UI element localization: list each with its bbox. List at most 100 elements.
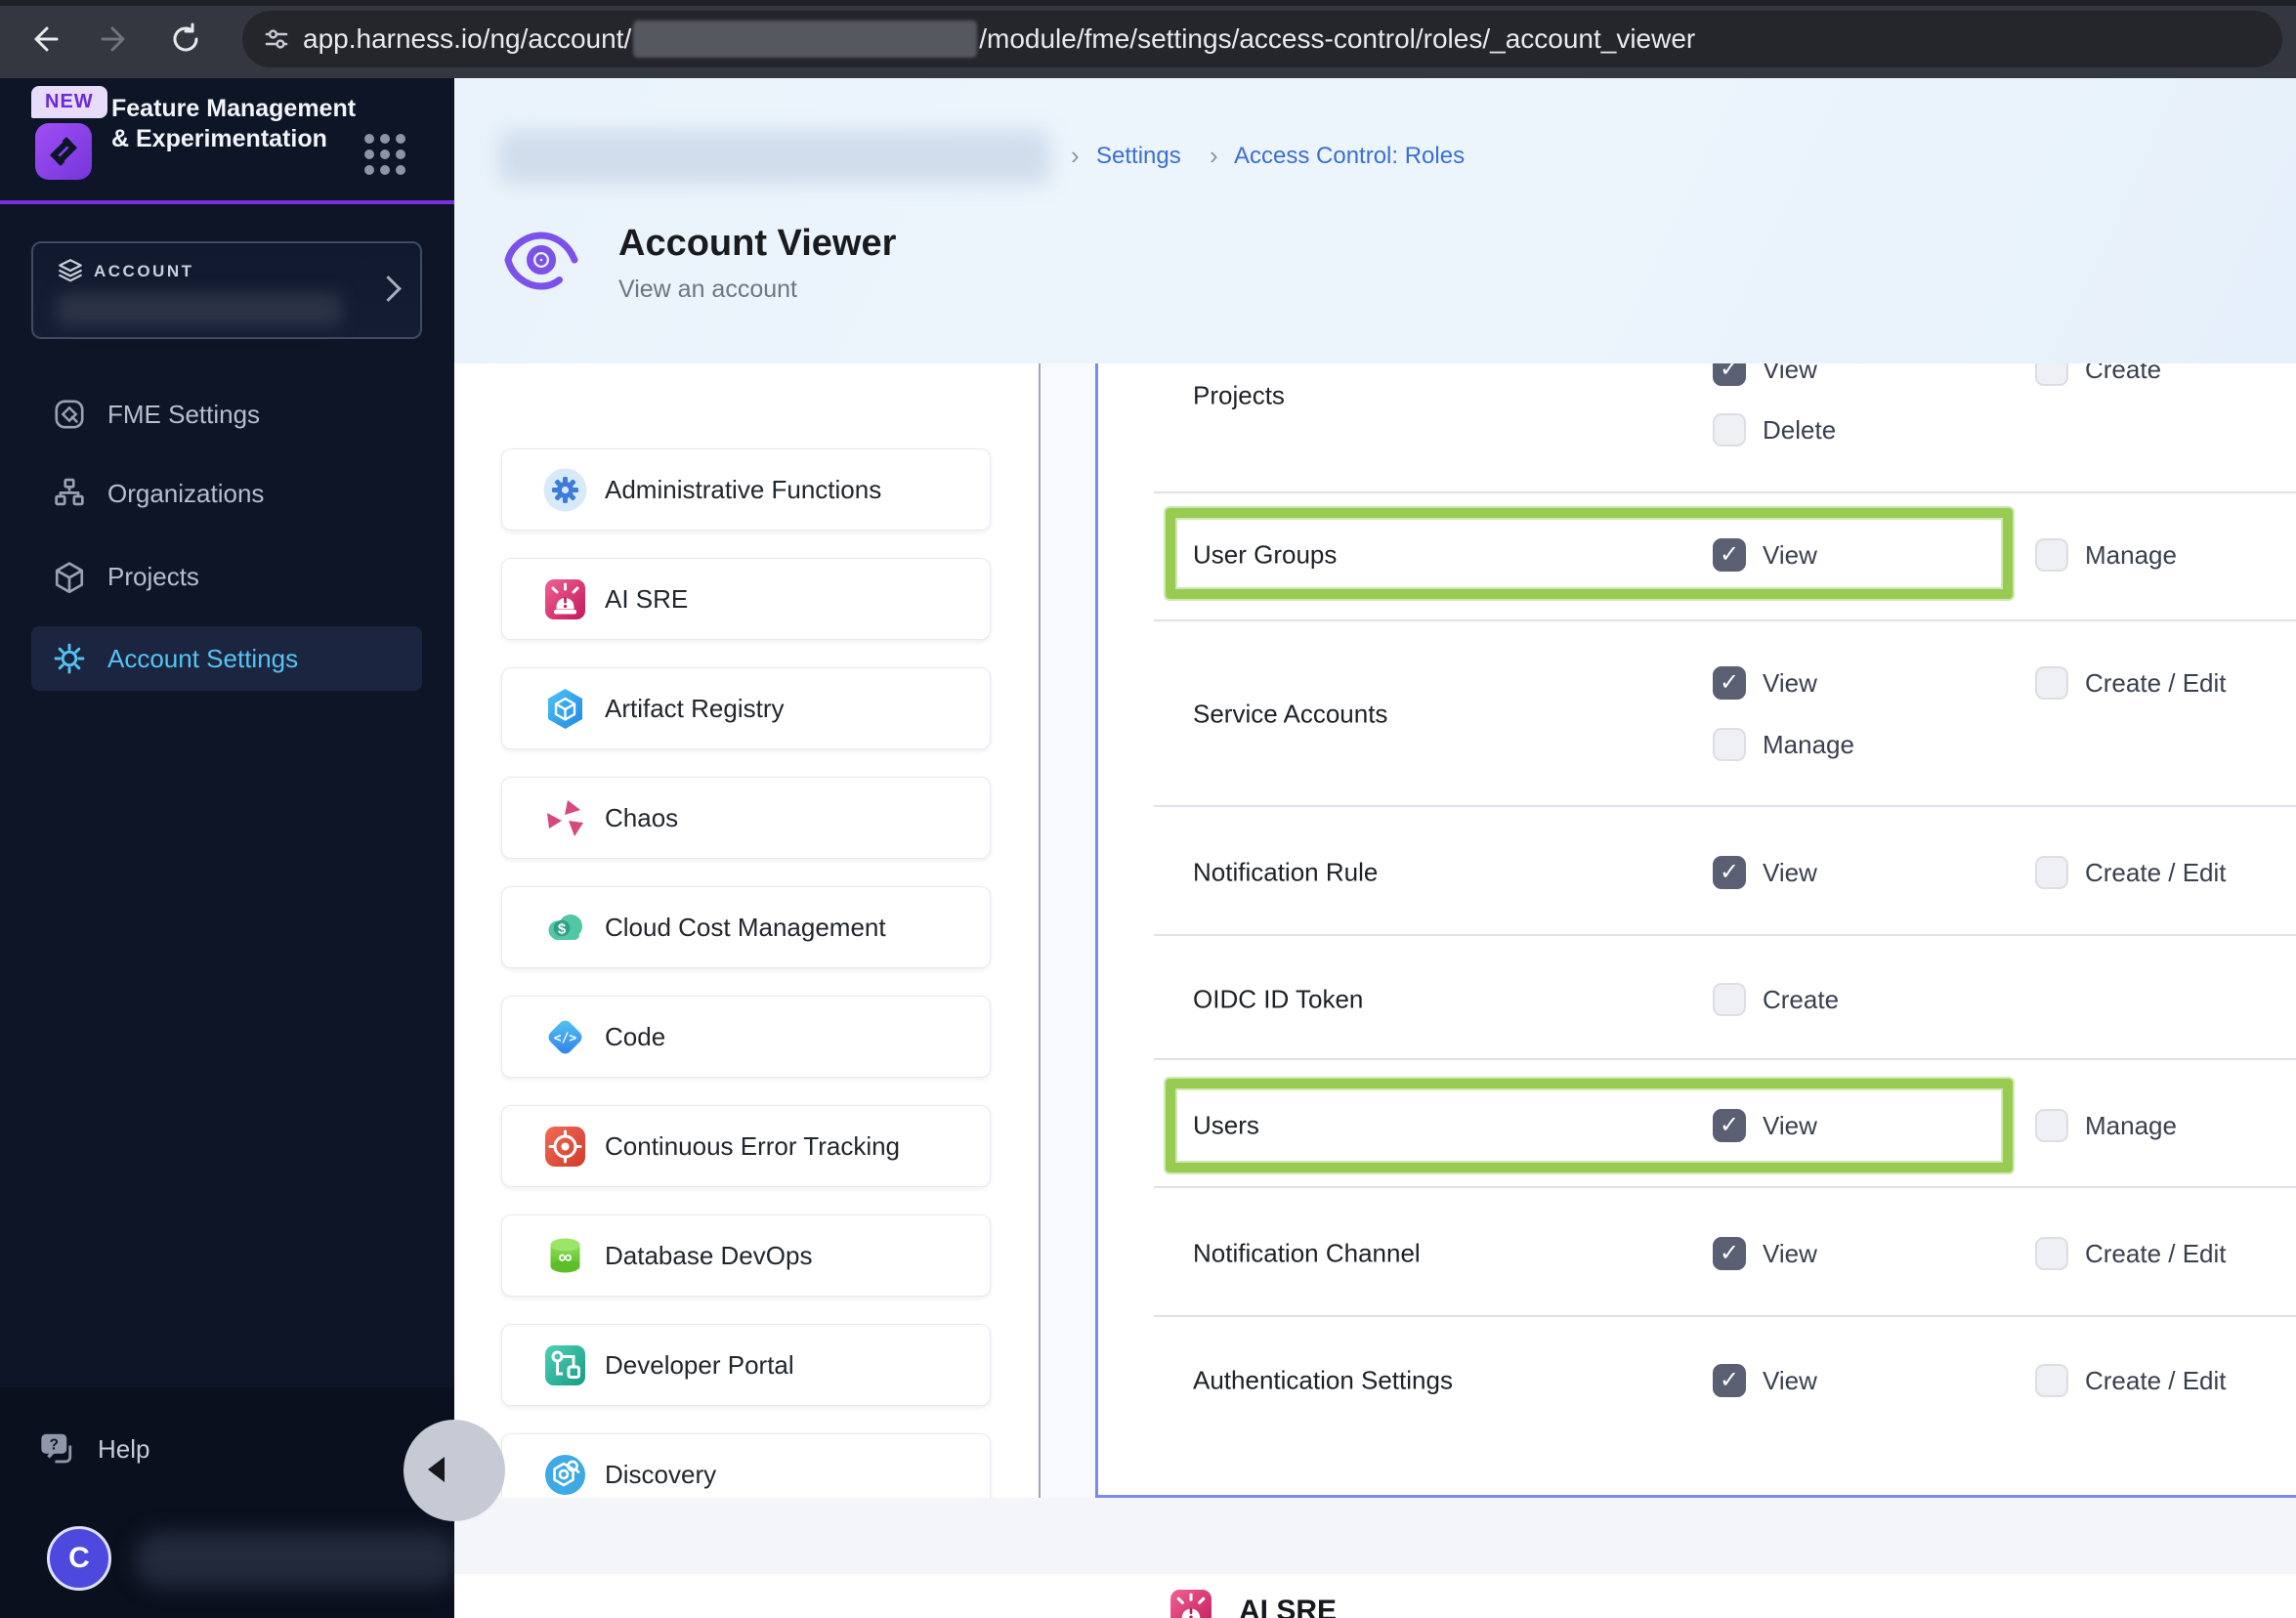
- delete-checkbox[interactable]: [1713, 413, 1746, 447]
- view-checkbox[interactable]: [1713, 1109, 1746, 1142]
- users-highlight-annotation: [1166, 1079, 2013, 1172]
- create-checkbox[interactable]: [2035, 363, 2068, 386]
- permission-label: Manage: [1763, 729, 1854, 759]
- module-label: Continuous Error Tracking: [605, 1130, 901, 1161]
- permission-resource: Notification Channel: [1193, 1238, 1421, 1268]
- url-prefix: app.harness.io/ng/account/: [303, 23, 632, 54]
- new-badge: NEW: [31, 86, 107, 118]
- window-top-edge: [0, 0, 2296, 6]
- create-edit-checkbox[interactable]: [2035, 666, 2068, 700]
- permission-cell: Delete: [1713, 413, 1836, 447]
- view-checkbox[interactable]: [1713, 538, 1746, 572]
- module-label: Chaos: [605, 802, 679, 832]
- permission-resource: OIDC ID Token: [1193, 984, 1364, 1014]
- breadcrumb-separator: ›: [1210, 141, 1218, 170]
- permission-cell: Create: [1713, 983, 1839, 1016]
- browser-back-button[interactable]: [27, 21, 63, 57]
- permission-label: View: [1763, 363, 1817, 384]
- url-text[interactable]: app.harness.io/ng/account/ /module/fme/se…: [303, 21, 1695, 58]
- permission-resource: Authentication Settings: [1193, 1365, 1453, 1395]
- fme-product-logo[interactable]: [35, 123, 92, 180]
- permission-cell: Create / Edit: [2035, 856, 2227, 889]
- view-checkbox[interactable]: [1713, 1364, 1746, 1397]
- sidebar-item-organizations[interactable]: Organizations: [31, 461, 422, 526]
- breadcrumb-roles-link[interactable]: Access Control: Roles: [1234, 143, 1465, 170]
- permission-resource: User Groups: [1193, 539, 1338, 570]
- permission-cell: View: [1713, 538, 1817, 572]
- permission-cell: Create / Edit: [2035, 1237, 2227, 1270]
- account-selector[interactable]: ACCOUNT: [31, 241, 422, 339]
- module-item-administrative-functions[interactable]: Administrative Functions: [501, 448, 991, 531]
- sidebar-collapse-handle[interactable]: [404, 1420, 505, 1521]
- sidebar-item-label: Projects: [107, 561, 199, 591]
- permission-label: View: [1763, 1365, 1817, 1395]
- avatar-initial: C: [68, 1542, 90, 1574]
- permission-cell: Manage: [2035, 1109, 2177, 1142]
- sidebar-item-label: FME Settings: [107, 399, 261, 429]
- permission-cell: Create / Edit: [2035, 1364, 2227, 1397]
- sidebar-item-label: Organizations: [107, 478, 265, 508]
- create-edit-checkbox[interactable]: [2035, 1237, 2068, 1270]
- breadcrumb-settings-link[interactable]: Settings: [1096, 143, 1181, 170]
- manage-checkbox[interactable]: [2035, 1109, 2068, 1142]
- chaos-icon: [547, 799, 583, 836]
- help-chat-icon: ?: [41, 1433, 72, 1464]
- section-gap: [454, 1498, 2296, 1574]
- row-divider: [1154, 1315, 2296, 1317]
- module-item-ai-sre[interactable]: AI SRE: [501, 558, 991, 640]
- permission-label: Delete: [1763, 414, 1837, 445]
- permission-label: Create: [2085, 363, 2162, 384]
- permission-resource: Notification Rule: [1193, 857, 1379, 887]
- fme-settings-icon: [55, 400, 84, 429]
- module-item-developer-portal[interactable]: Developer Portal: [501, 1324, 991, 1406]
- discovery-icon: [545, 1454, 585, 1495]
- site-settings-icon[interactable]: [264, 26, 289, 52]
- module-item-continuous-error-tracking[interactable]: Continuous Error Tracking: [501, 1105, 991, 1187]
- split-logo-icon: [50, 137, 77, 166]
- permission-label: Create / Edit: [2085, 857, 2227, 887]
- permission-label: Create / Edit: [2085, 667, 2227, 698]
- sidebar-item-fme-settings[interactable]: FME Settings: [31, 382, 422, 447]
- layers-icon: [59, 259, 82, 282]
- create-edit-checkbox[interactable]: [2035, 856, 2068, 889]
- module-label: Cloud Cost Management: [605, 912, 886, 942]
- organizations-icon: [55, 478, 84, 506]
- artifact-registry-icon: [548, 688, 582, 729]
- app-grid-icon[interactable]: [360, 129, 410, 180]
- username-redacted: [135, 1532, 457, 1587]
- page-subtitle: View an account: [618, 276, 797, 303]
- permission-cell: View: [1713, 1364, 1817, 1397]
- permission-label: View: [1763, 1238, 1817, 1268]
- module-item-cloud-cost-management[interactable]: $ Cloud Cost Management: [501, 886, 991, 968]
- module-item-code[interactable]: </> Code: [501, 996, 991, 1078]
- manage-checkbox[interactable]: [1713, 728, 1746, 761]
- module-item-chaos[interactable]: Chaos: [501, 777, 991, 859]
- user-avatar[interactable]: C: [47, 1526, 111, 1591]
- next-role-card: [454, 1574, 2296, 1618]
- permission-cell: View: [1713, 666, 1817, 700]
- help-button[interactable]: ? Help: [39, 1417, 332, 1481]
- permission-label: Create / Edit: [2085, 1365, 2227, 1395]
- view-checkbox[interactable]: [1713, 666, 1746, 700]
- view-checkbox[interactable]: [1713, 363, 1746, 386]
- manage-checkbox[interactable]: [2035, 538, 2068, 572]
- view-checkbox[interactable]: [1713, 856, 1746, 889]
- module-label: Database DevOps: [605, 1240, 813, 1270]
- view-checkbox[interactable]: [1713, 1237, 1746, 1270]
- breadcrumb-account-redacted: [498, 130, 1050, 185]
- create-edit-checkbox[interactable]: [2035, 1364, 2068, 1397]
- sidebar-item-projects[interactable]: Projects: [31, 544, 422, 609]
- browser-forward-button[interactable]: [97, 21, 132, 57]
- module-item-artifact-registry[interactable]: Artifact Registry: [501, 667, 991, 749]
- create-checkbox[interactable]: [1713, 983, 1746, 1016]
- permission-cell: Create / Edit: [2035, 666, 2227, 700]
- browser-reload-button[interactable]: [168, 21, 203, 57]
- module-item-database-devops[interactable]: ∞ Database DevOps: [501, 1214, 991, 1297]
- address-bar[interactable]: app.harness.io/ng/account/ /module/fme/se…: [242, 11, 2282, 67]
- url-suffix: /module/fme/settings/access-control/role…: [979, 23, 1696, 54]
- sidebar-item-account-settings[interactable]: Account Settings: [31, 626, 422, 691]
- collapse-left-arrow-icon: [428, 1457, 445, 1482]
- brand-accent-divider: [0, 200, 454, 204]
- page-title: Account Viewer: [618, 223, 897, 264]
- row-divider: [1154, 1186, 2296, 1188]
